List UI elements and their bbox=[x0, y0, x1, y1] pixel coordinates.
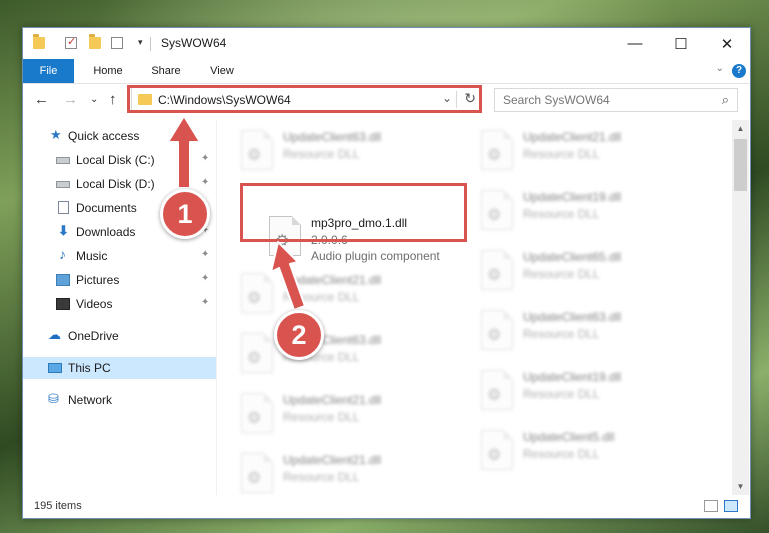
step-2-marker: 2 bbox=[274, 310, 324, 360]
arrow-up-to-file bbox=[270, 241, 306, 311]
arrow-up-to-address bbox=[167, 115, 201, 189]
step-1-marker: 1 bbox=[160, 189, 210, 239]
annotation-arrows bbox=[167, 115, 306, 311]
